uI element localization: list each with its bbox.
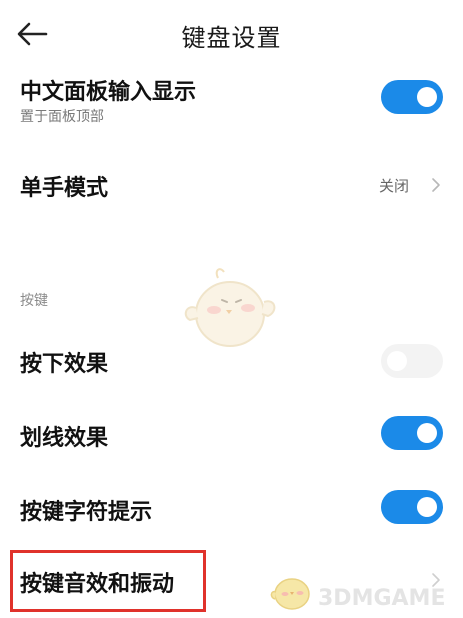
setting-chinese-panel-subtitle: 置于面板顶部 [20, 109, 104, 125]
setting-chinese-panel[interactable]: 中文面板输入显示 置于面板顶部 [0, 70, 463, 140]
setting-one-hand-title: 单手模式 [20, 176, 109, 201]
chevron-right-icon [432, 178, 440, 192]
toggle-knob [417, 87, 437, 107]
watermark-text: 3DMGAME [318, 586, 446, 611]
setting-one-hand[interactable]: 单手模式 关闭 [0, 160, 463, 210]
key-char-hint-toggle[interactable] [381, 490, 443, 524]
setting-press-effect-title: 按下效果 [20, 352, 109, 377]
setting-swipe-effect[interactable]: 划线效果 [0, 412, 463, 460]
setting-key-char-hint-title: 按键字符提示 [20, 500, 153, 525]
swipe-effect-toggle[interactable] [381, 416, 443, 450]
press-effect-toggle[interactable] [381, 344, 443, 378]
watermark-mascot-icon [270, 578, 310, 610]
page-title: 键盘设置 [181, 24, 282, 52]
highlight-box [10, 550, 206, 612]
toggle-knob [417, 497, 437, 517]
setting-chinese-panel-title: 中文面板输入显示 [20, 80, 197, 105]
setting-one-hand-value: 关闭 [378, 177, 409, 195]
setting-swipe-effect-title: 划线效果 [20, 426, 109, 451]
chinese-panel-toggle[interactable] [381, 80, 443, 114]
app-header: 键盘设置 [0, 0, 463, 70]
mascot-watermark-icon [184, 268, 276, 347]
toggle-knob [387, 351, 407, 371]
setting-key-char-hint[interactable]: 按键字符提示 [0, 486, 463, 534]
section-label-keys: 按键 [20, 293, 48, 309]
toggle-knob [417, 423, 437, 443]
